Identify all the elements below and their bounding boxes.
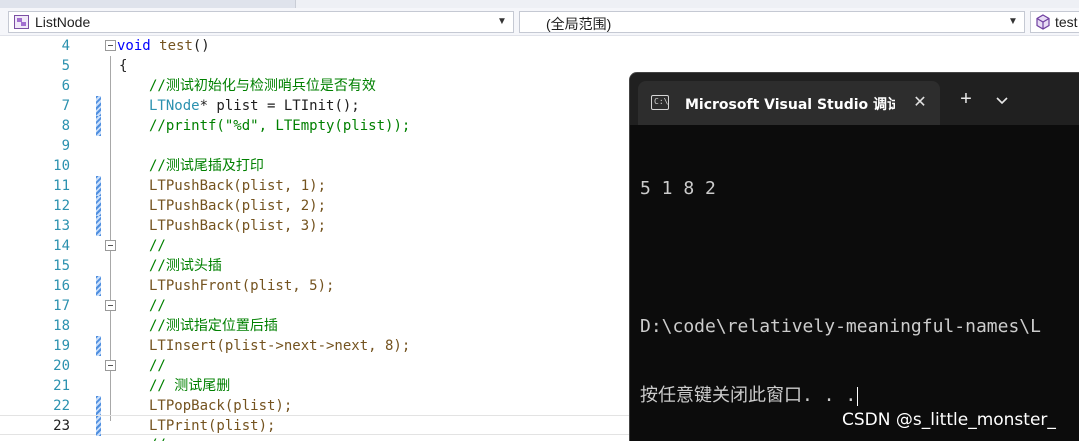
change-marker xyxy=(96,336,101,356)
navigation-bar: ListNode ▼ (全局范围) ▼ test xyxy=(0,8,1079,36)
collapse-icon[interactable] xyxy=(105,40,116,51)
change-marker xyxy=(96,96,101,116)
line-number: 6 xyxy=(61,78,70,94)
code-text: LTNode* plist = LTInit(); xyxy=(149,97,360,115)
line-number: 4 xyxy=(61,38,70,54)
top-strip xyxy=(0,0,1079,8)
comment: //printf("%d", LTEmpty(plist)); xyxy=(149,117,410,135)
chevron-down-icon[interactable]: ▼ xyxy=(1006,14,1020,30)
comment: //测试尾插及打印 xyxy=(149,158,264,174)
chevron-down-icon[interactable]: ▼ xyxy=(495,14,509,30)
member-dropdown[interactable]: test xyxy=(1030,11,1079,33)
line-number: 5 xyxy=(61,58,70,74)
output-line: D:\code\relatively-meaningful-names\L xyxy=(640,316,1041,337)
line-number: 23 xyxy=(53,418,70,434)
code-text: { xyxy=(119,58,128,74)
type-name: LTNode xyxy=(149,98,200,114)
comment: // xyxy=(149,298,166,314)
scope-dropdown-value: (全局范围) xyxy=(546,16,612,32)
change-marker xyxy=(96,416,101,436)
statement: LTPushBack(plist, 2); xyxy=(149,198,327,214)
change-marker xyxy=(96,116,101,136)
collapse-icon[interactable] xyxy=(105,360,116,371)
terminal-titlebar: C:\ Microsoft Visual Studio 调试控制台 ✕ + xyxy=(630,73,1079,125)
line-number: 20 xyxy=(53,358,70,374)
output-line-with-cursor: 按任意键关闭此窗口. . . xyxy=(640,384,1041,407)
statement: LTPushFront(plist, 5); xyxy=(149,278,335,294)
function-name: test xyxy=(159,38,193,54)
code-text: void test() xyxy=(117,37,210,55)
class-dropdown-value: ListNode xyxy=(35,14,91,30)
comment-part: "%d" xyxy=(224,118,259,134)
comment: //测试头插 xyxy=(149,258,222,274)
change-marker xyxy=(96,176,101,196)
collapse-icon[interactable] xyxy=(105,300,116,311)
collapse-icon[interactable] xyxy=(105,240,116,251)
new-tab-button[interactable]: + xyxy=(956,89,976,109)
line-number: 11 xyxy=(53,178,70,194)
line-number: 12 xyxy=(53,198,70,214)
text-cursor xyxy=(857,386,859,406)
change-marker xyxy=(96,216,101,236)
line-number: 22 xyxy=(53,398,70,414)
comment-part: //printf( xyxy=(149,118,225,134)
line-number: 9 xyxy=(61,138,70,154)
terminal-tab[interactable]: C:\ Microsoft Visual Studio 调试控制台 ✕ xyxy=(638,81,940,125)
line-number: 17 xyxy=(53,298,70,314)
method-cube-icon xyxy=(1036,14,1050,30)
comment-part: , LTEmpty(plist)); xyxy=(258,118,411,134)
change-marker xyxy=(96,196,101,216)
class-dropdown[interactable]: ListNode ▼ xyxy=(8,11,514,33)
line-number: 21 xyxy=(53,378,70,394)
member-dropdown-value: test xyxy=(1055,14,1078,30)
line-number: 10 xyxy=(53,158,70,174)
keyword: void xyxy=(117,38,151,54)
document-tab-strip[interactable] xyxy=(0,0,296,8)
comment: //测试指定位置后插 xyxy=(149,318,278,334)
comment: // xyxy=(149,358,166,374)
scope-dropdown[interactable]: (全局范围) ▼ xyxy=(519,11,1025,33)
output-line: 按任意键关闭此窗口. . . xyxy=(640,385,857,406)
close-icon[interactable]: ✕ xyxy=(910,92,930,112)
line-number: 16 xyxy=(53,278,70,294)
debug-console-window[interactable]: C:\ Microsoft Visual Studio 调试控制台 ✕ + 5 … xyxy=(629,72,1079,441)
punctuation: () xyxy=(192,38,210,54)
console-icon-text: C:\ xyxy=(654,97,669,106)
console-icon: C:\ xyxy=(651,95,669,110)
statement: LTInsert(plist->next->next, 8); xyxy=(149,338,411,354)
code-line: 4 void test() xyxy=(0,36,1079,56)
line-number: 15 xyxy=(53,258,70,274)
line-number: 18 xyxy=(53,318,70,334)
chevron-down-icon[interactable] xyxy=(992,90,1012,110)
comment: // 测试尾删 xyxy=(149,378,231,394)
comment: // xyxy=(149,238,166,254)
statement: LTPrint(plist); xyxy=(149,418,276,434)
statement: LTPushBack(plist, 1); xyxy=(149,178,327,194)
output-line: 5 1 8 2 xyxy=(640,178,716,199)
line-number: 7 xyxy=(61,98,70,114)
line-number: 14 xyxy=(53,238,70,254)
class-icon xyxy=(14,15,29,29)
line-number: 8 xyxy=(61,118,70,134)
statement: * plist = LTInit(); xyxy=(199,98,360,114)
terminal-tab-title: Microsoft Visual Studio 调试控制台 xyxy=(685,97,895,113)
comment: // xyxy=(149,436,166,441)
statement: LTPushBack(plist, 3); xyxy=(149,218,327,234)
line-number: 13 xyxy=(53,218,70,234)
terminal-output[interactable]: 5 1 8 2 D:\code\relatively-meaningful-na… xyxy=(640,131,1041,441)
change-marker xyxy=(96,396,101,416)
statement: LTPopBack(plist); xyxy=(149,398,293,414)
watermark: CSDN @s_little_monster_ xyxy=(842,410,1056,430)
comment: //测试初始化与检测哨兵位是否有效 xyxy=(149,78,376,94)
line-number: 19 xyxy=(53,338,70,354)
change-marker xyxy=(96,276,101,296)
